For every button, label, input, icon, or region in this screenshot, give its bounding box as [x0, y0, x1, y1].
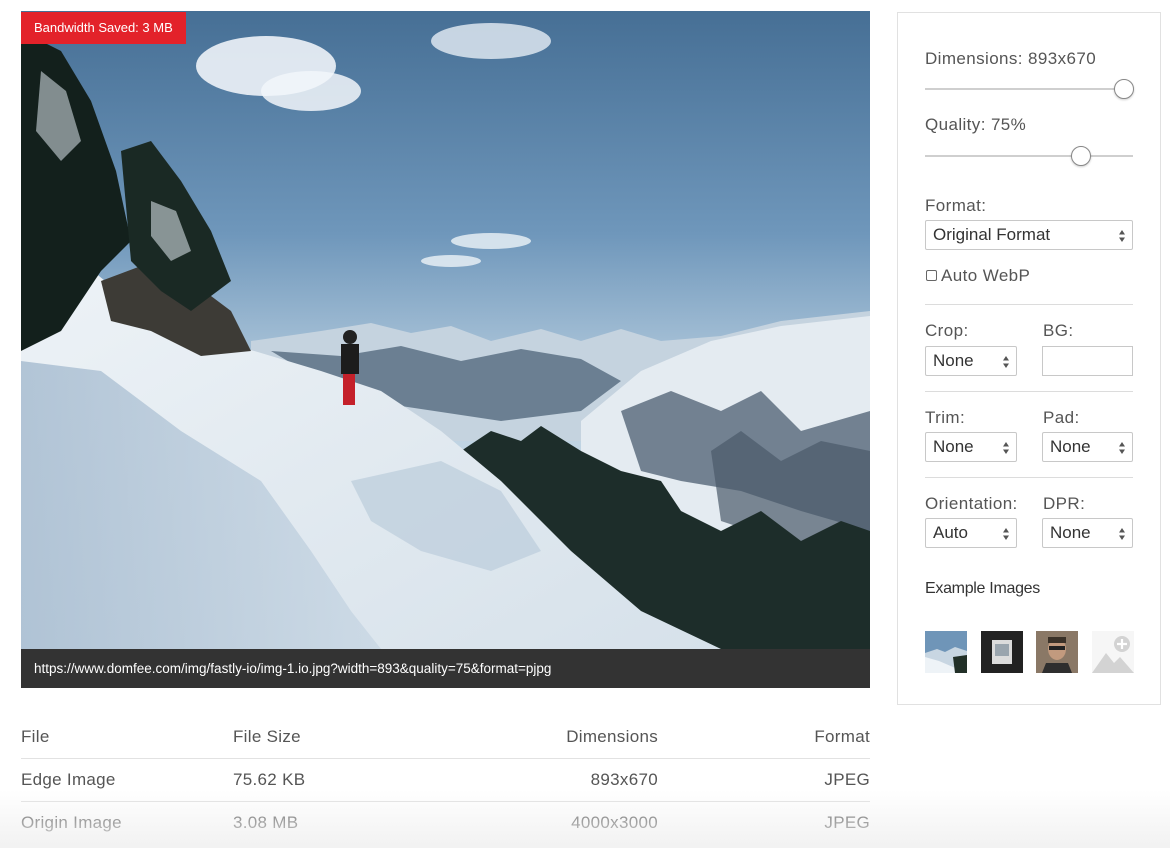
quality-slider-handle[interactable] [1071, 146, 1091, 166]
row-file-size: 75.62 KB [233, 758, 433, 802]
example-thumb-portrait[interactable] [1036, 631, 1078, 673]
orientation-select[interactable]: Auto [925, 518, 1017, 548]
select-arrows-icon [1119, 230, 1125, 242]
crop-label: Crop: [925, 321, 969, 340]
pad-select-value: None [1050, 437, 1091, 456]
portrait-thumb-icon [1036, 631, 1078, 673]
add-image-icon [1092, 631, 1134, 673]
dimensions-slider-handle[interactable] [1113, 79, 1134, 99]
trim-select[interactable]: None [925, 432, 1017, 462]
divider [925, 391, 1133, 392]
pad-label: Pad: [1043, 408, 1080, 427]
divider [925, 304, 1133, 305]
quality-label: Quality: 75% [925, 115, 1027, 134]
example-thumb-document[interactable] [981, 631, 1023, 673]
image-info-table: File File Size Dimensions Format Edge Im… [21, 716, 870, 844]
auto-webp-checkbox[interactable] [926, 270, 937, 281]
mountain-photo [21, 11, 870, 649]
preview-image [21, 11, 870, 649]
format-select[interactable]: Original Format [925, 220, 1133, 250]
dpr-select[interactable]: None [1042, 518, 1133, 548]
bandwidth-saved-badge: Bandwidth Saved: 3 MB [21, 12, 186, 44]
table-row: Edge Image 75.62 KB 893x670 JPEG [21, 758, 870, 802]
row-format: JPEG [658, 758, 870, 802]
example-thumb-mountain[interactable] [925, 631, 967, 673]
table-header-row: File File Size Dimensions Format [21, 716, 870, 759]
format-label: Format: [925, 196, 987, 215]
dimensions-label: Dimensions: 893x670 [925, 49, 1097, 68]
trim-label: Trim: [925, 408, 966, 427]
header-file-size: File Size [233, 716, 433, 759]
row-file-size: 3.08 MB [233, 813, 299, 832]
table-row: Origin Image 3.08 MB 4000x3000 JPEG [21, 802, 870, 845]
auto-webp-label: Auto WebP [941, 266, 1031, 285]
image-url-bar[interactable]: https://www.domfee.com/img/fastly-io/img… [21, 649, 870, 688]
row-file-name: Edge Image [21, 758, 233, 802]
bg-label: BG: [1043, 321, 1074, 340]
crop-select[interactable]: None [925, 346, 1017, 376]
header-dimensions: Dimensions [433, 716, 658, 759]
dpr-label: DPR: [1043, 494, 1086, 513]
orientation-label: Orientation: [925, 494, 1018, 513]
crop-select-value: None [933, 351, 974, 370]
divider [925, 477, 1133, 478]
dpr-select-value: None [1050, 523, 1091, 542]
header-format: Format [658, 716, 870, 759]
settings-panel: Dimensions: 893x670 Quality: 75% Format:… [897, 12, 1161, 705]
example-images-title: Example Images [925, 580, 1040, 597]
select-arrows-icon [1119, 528, 1125, 540]
select-arrows-icon [1003, 528, 1009, 540]
row-dimensions: 893x670 [433, 758, 658, 802]
select-arrows-icon [1119, 442, 1125, 454]
header-file: File [21, 716, 233, 759]
bg-input[interactable] [1042, 346, 1133, 376]
trim-select-value: None [933, 437, 974, 456]
orientation-select-value: Auto [933, 523, 968, 542]
document-thumb-icon [981, 631, 1023, 673]
quality-slider-track[interactable] [925, 155, 1133, 157]
add-image-thumb[interactable] [1092, 631, 1134, 673]
row-dimensions: 4000x3000 [571, 813, 658, 832]
dimensions-slider-track[interactable] [925, 88, 1133, 90]
mountain-thumb-icon [925, 631, 967, 673]
format-select-value: Original Format [933, 225, 1051, 244]
select-arrows-icon [1003, 442, 1009, 454]
row-file-name: Origin Image [21, 813, 122, 832]
row-format: JPEG [824, 813, 870, 832]
select-arrows-icon [1003, 356, 1009, 368]
pad-select[interactable]: None [1042, 432, 1133, 462]
